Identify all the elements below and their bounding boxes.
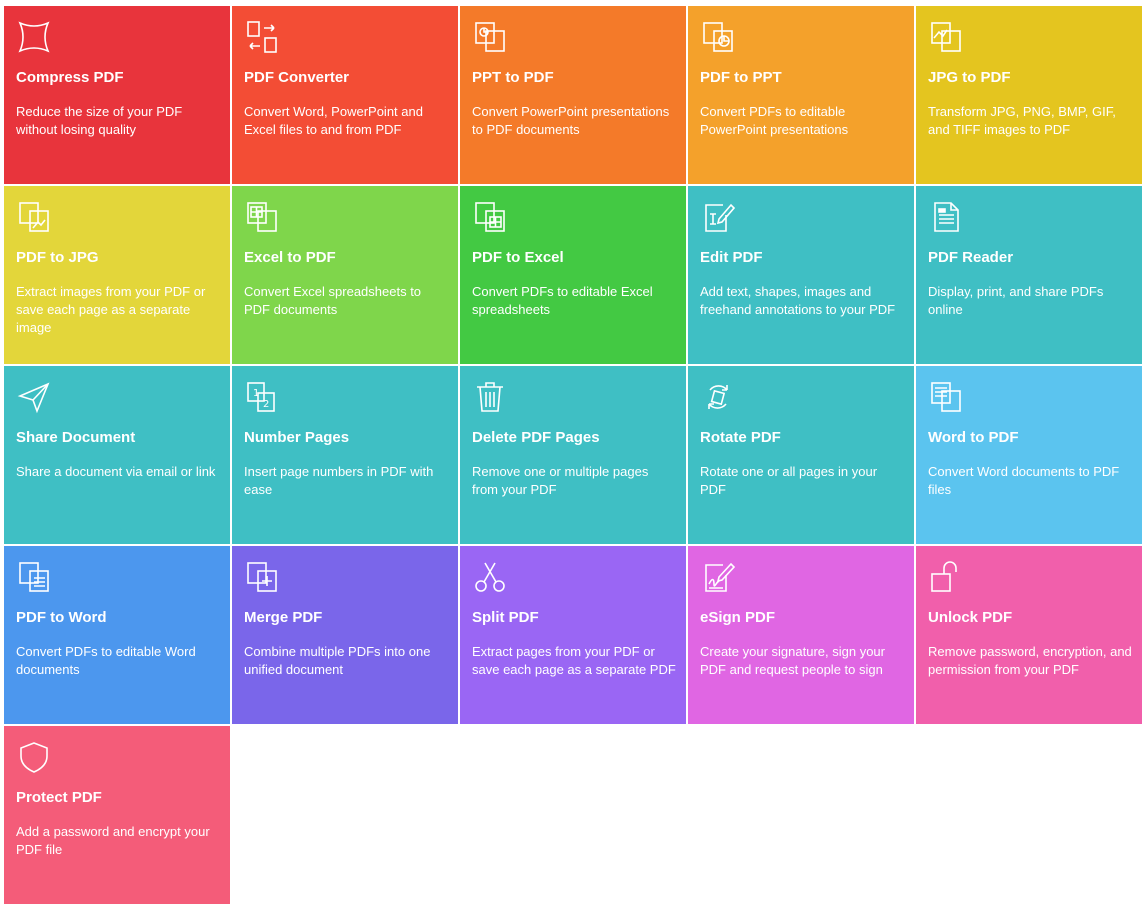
rotate-icon <box>701 380 735 414</box>
tool-title: Excel to PDF <box>244 249 336 266</box>
tool-description: Add text, shapes, images and freehand an… <box>700 284 896 317</box>
trash-icon <box>473 380 507 414</box>
tool-title: Rotate PDF <box>700 429 781 446</box>
number-pages-icon: 12 <box>245 380 279 414</box>
tool-title: Word to PDF <box>928 429 1019 446</box>
tool-description: Convert Word, PowerPoint and Excel files… <box>244 104 423 137</box>
tool-description: Display, print, and share PDFs online <box>928 284 1104 317</box>
tool-esign-pdf[interactable]: eSign PDF Create your signature, sign yo… <box>688 546 914 724</box>
tools-grid: Compress PDF Reduce the size of your PDF… <box>4 6 1142 904</box>
tool-pdf-to-word[interactable]: PDF to Word Convert PDFs to editable Wor… <box>4 546 230 724</box>
edit-pencil-icon <box>701 200 735 234</box>
tool-description: Convert PDFs to editable PowerPoint pres… <box>700 104 849 137</box>
tool-excel-to-pdf[interactable]: Excel to PDF Convert Excel spreadsheets … <box>232 186 458 364</box>
tool-title: Merge PDF <box>244 609 323 626</box>
signature-document-icon <box>701 560 735 594</box>
tool-description: Convert PowerPoint presentations to PDF … <box>472 104 670 137</box>
tool-description: Share a document via email or link <box>16 464 216 479</box>
tool-delete-pdf-pages[interactable]: Delete PDF Pages Remove one or multiple … <box>460 366 686 544</box>
pdf-to-ppt-icon <box>701 20 735 54</box>
tool-pdf-to-ppt[interactable]: PDF to PPT Convert PDFs to editable Powe… <box>688 6 914 184</box>
tool-title: PDF to Excel <box>472 249 564 266</box>
tool-pdf-converter[interactable]: PDF Converter Convert Word, PowerPoint a… <box>232 6 458 184</box>
tool-description: Convert Excel spreadsheets to PDF docume… <box>244 284 422 317</box>
ppt-document-icon <box>473 20 507 54</box>
svg-text:1: 1 <box>253 388 259 399</box>
tool-description: Add a password and encrypt your PDF file <box>16 824 210 857</box>
tool-split-pdf[interactable]: Split PDF Extract pages from your PDF or… <box>460 546 686 724</box>
tool-title: Edit PDF <box>700 249 763 266</box>
tool-description: Remove password, encryption, and permiss… <box>928 644 1132 677</box>
tool-description: Create your signature, sign your PDF and… <box>700 644 885 677</box>
tool-title: Unlock PDF <box>928 609 1013 626</box>
tool-ppt-to-pdf[interactable]: PPT to PDF Convert PowerPoint presentati… <box>460 6 686 184</box>
tool-title: Number Pages <box>244 429 350 446</box>
tool-description: Extract images from your PDF or save eac… <box>16 284 206 335</box>
tool-description: Combine multiple PDFs into one unified d… <box>244 644 431 677</box>
tool-edit-pdf[interactable]: Edit PDF Add text, shapes, images and fr… <box>688 186 914 364</box>
tool-title: PDF to JPG <box>16 249 99 266</box>
tool-unlock-pdf[interactable]: Unlock PDF Remove password, encryption, … <box>916 546 1142 724</box>
tool-pdf-to-jpg[interactable]: PDF to JPG Extract images from your PDF … <box>4 186 230 364</box>
tool-title: Compress PDF <box>16 69 124 86</box>
tool-title: PDF to Word <box>16 609 107 626</box>
paper-plane-icon <box>17 380 51 414</box>
tool-pdf-reader[interactable]: PDF Reader Display, print, and share PDF… <box>916 186 1142 364</box>
scissors-icon <box>473 560 507 594</box>
tool-rotate-pdf[interactable]: Rotate PDF Rotate one or all pages in yo… <box>688 366 914 544</box>
tool-title: Split PDF <box>472 609 539 626</box>
tool-title: JPG to PDF <box>928 69 1011 86</box>
shield-icon <box>17 740 51 774</box>
tool-description: Convert PDFs to editable Word documents <box>16 644 196 677</box>
tool-title: PDF Reader <box>928 249 1014 266</box>
tool-description: Transform JPG, PNG, BMP, GIF, and TIFF i… <box>928 104 1116 137</box>
tool-merge-pdf[interactable]: Merge PDF Combine multiple PDFs into one… <box>232 546 458 724</box>
spreadsheet-document-icon <box>245 200 279 234</box>
merge-plus-icon <box>245 560 279 594</box>
tool-title: Delete PDF Pages <box>472 429 600 446</box>
tool-word-to-pdf[interactable]: Word to PDF Convert Word documents to PD… <box>916 366 1142 544</box>
tool-number-pages[interactable]: 12 Number Pages Insert page numbers in P… <box>232 366 458 544</box>
tool-title: Protect PDF <box>16 789 102 806</box>
svg-text:2: 2 <box>263 399 269 410</box>
tool-title: PDF to PPT <box>700 69 782 86</box>
tool-share-document[interactable]: Share Document Share a document via emai… <box>4 366 230 544</box>
pdf-to-spreadsheet-icon <box>473 200 507 234</box>
tool-description: Rotate one or all pages in your PDF <box>700 464 878 497</box>
tool-jpg-to-pdf[interactable]: JPG to PDF Transform JPG, PNG, BMP, GIF,… <box>916 6 1142 184</box>
word-document-icon <box>929 380 963 414</box>
tool-pdf-to-excel[interactable]: PDF to Excel Convert PDFs to editable Ex… <box>460 186 686 364</box>
tool-title: PPT to PDF <box>472 69 554 86</box>
convert-arrows-icon <box>245 20 279 54</box>
tool-description: Extract pages from your PDF or save each… <box>472 644 676 677</box>
compress-icon <box>17 20 51 54</box>
tool-description: Reduce the size of your PDF without losi… <box>16 104 183 137</box>
tool-title: Share Document <box>16 429 136 446</box>
pdf-to-word-icon <box>17 560 51 594</box>
tool-protect-pdf[interactable]: Protect PDF Add a password and encrypt y… <box>4 726 230 904</box>
pdf-to-image-icon <box>17 200 51 234</box>
tool-compress-pdf[interactable]: Compress PDF Reduce the size of your PDF… <box>4 6 230 184</box>
tool-description: Remove one or multiple pages from your P… <box>472 464 649 497</box>
tool-description: Insert page numbers in PDF with ease <box>244 464 434 497</box>
tool-title: eSign PDF <box>700 609 776 626</box>
tool-description: Convert PDFs to editable Excel spreadshe… <box>472 284 653 317</box>
tool-description: Convert Word documents to PDF files <box>928 464 1120 497</box>
unlock-icon <box>929 560 963 594</box>
image-document-icon <box>929 20 963 54</box>
reader-document-icon <box>929 200 963 234</box>
tool-title: PDF Converter <box>244 69 350 86</box>
